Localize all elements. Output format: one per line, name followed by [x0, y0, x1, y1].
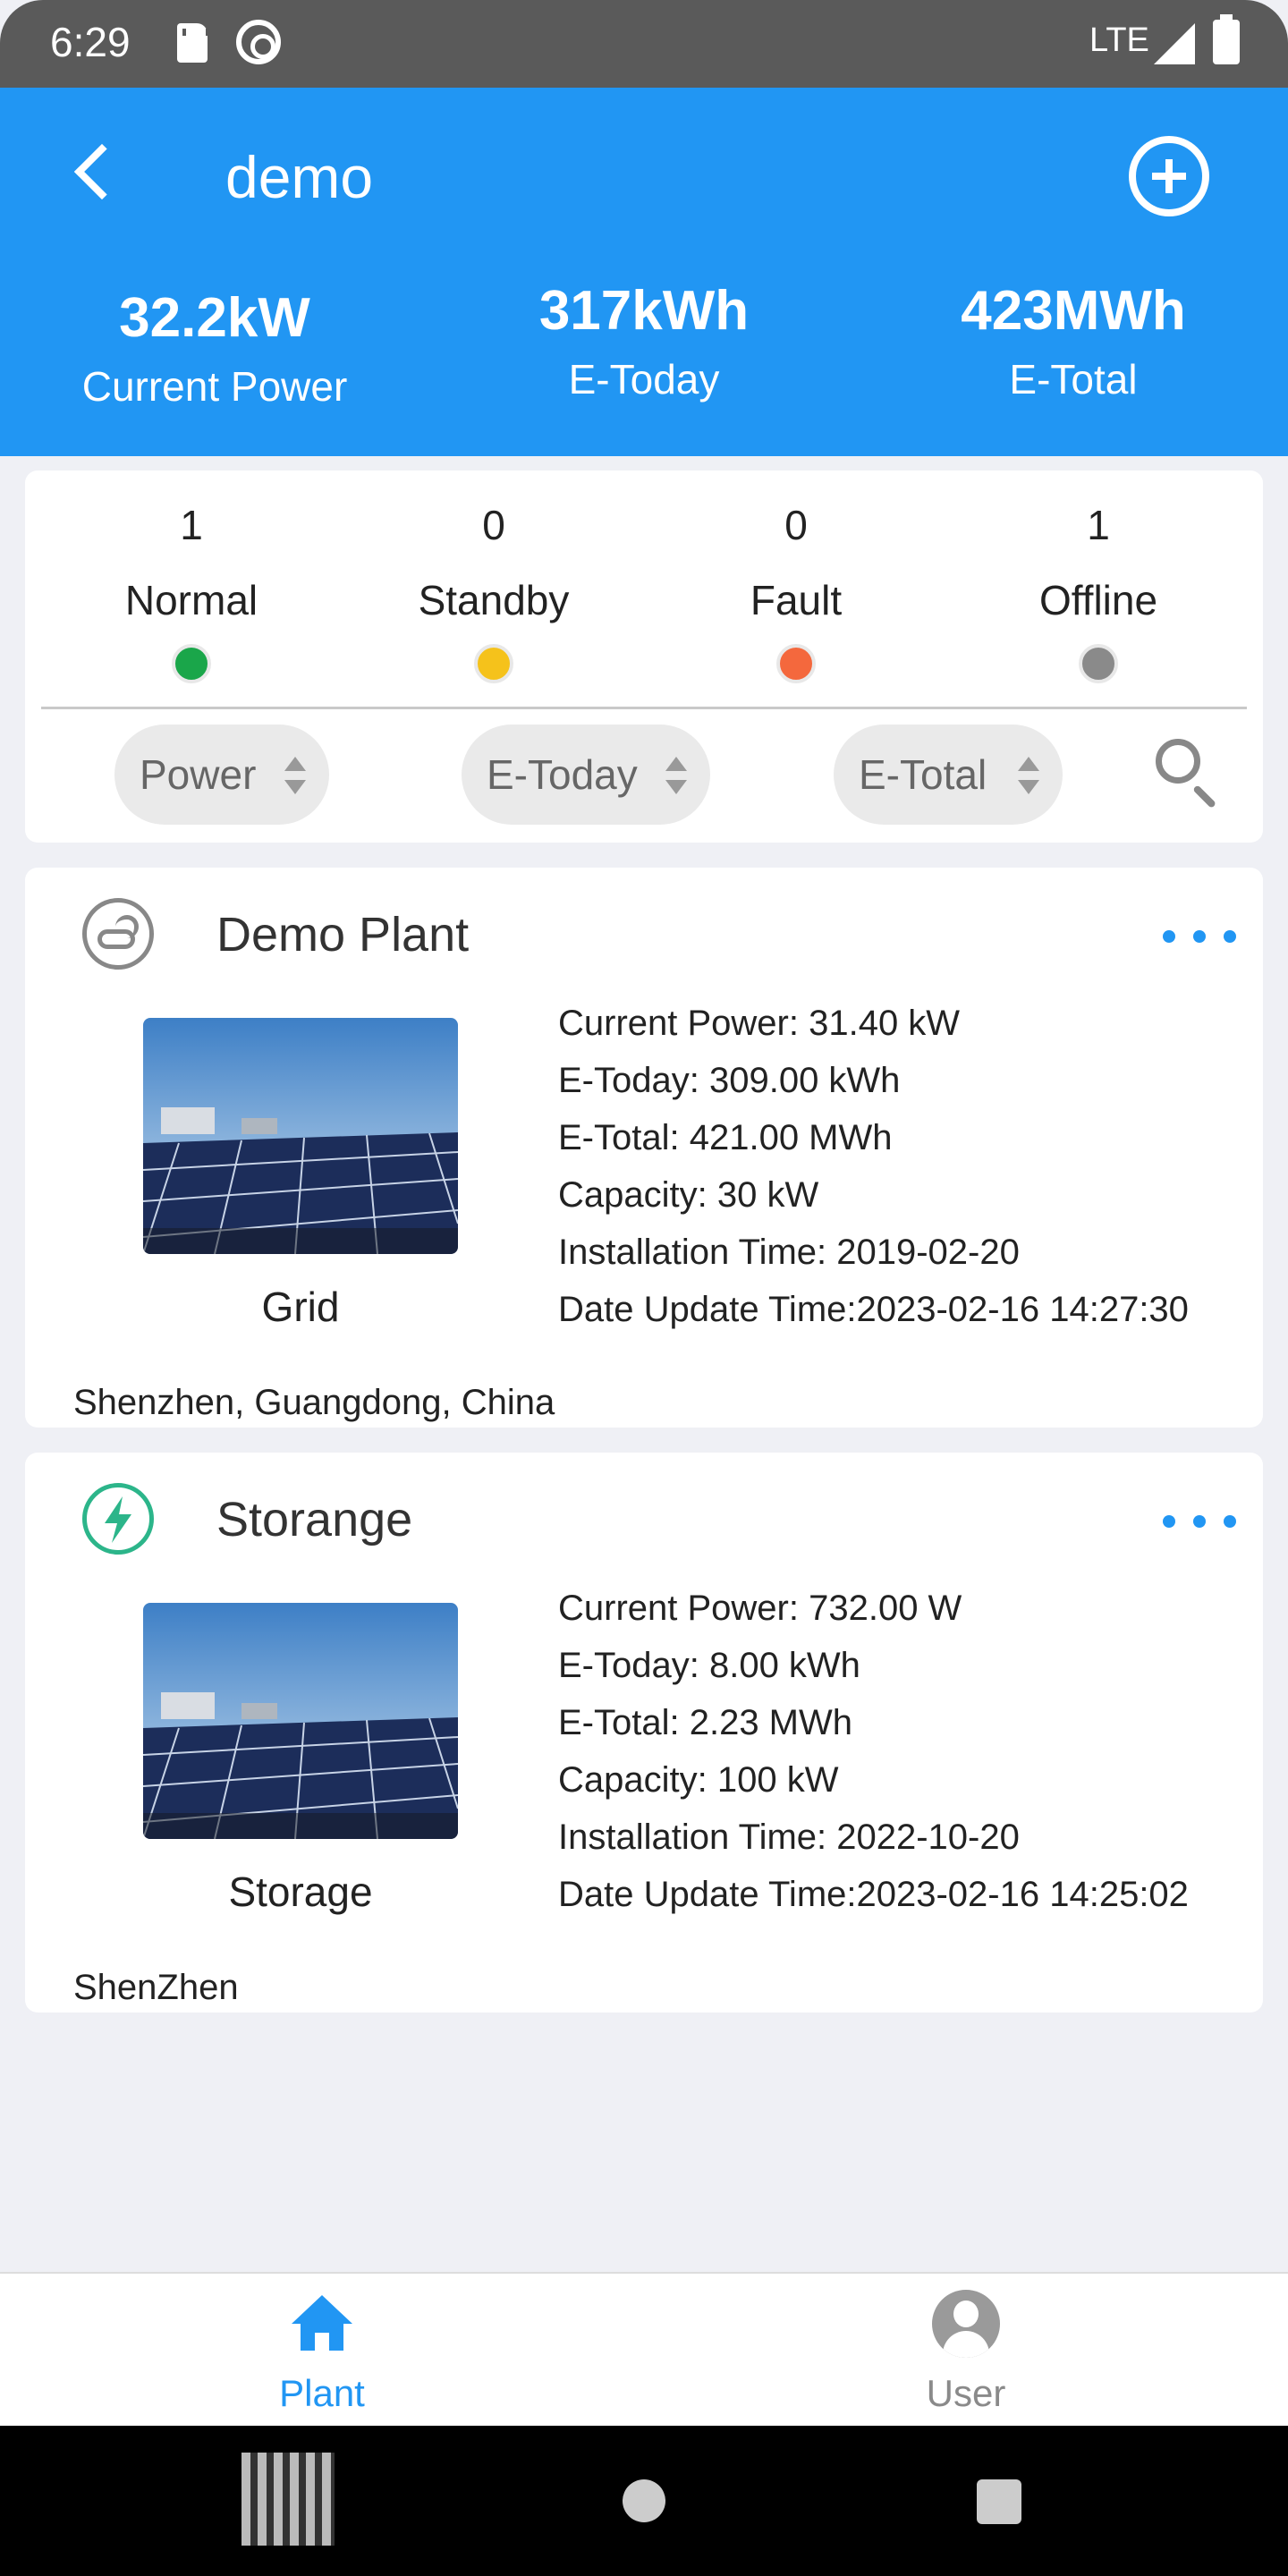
detail-e-today: E-Today: 309.00 kWh [558, 1061, 901, 1100]
summary-e-today: 317kWh E-Today [429, 279, 859, 403]
summary-label: E-Total [1009, 356, 1138, 402]
sort-power-button[interactable]: Power [114, 724, 329, 825]
status-dot [172, 644, 211, 683]
bottom-nav: Plant User [0, 2272, 1288, 2426]
plant-details: Current Power: 732.00 W E-Today: 8.00 kW… [558, 1580, 1189, 1923]
sd-card-icon [177, 23, 209, 63]
nav-plant[interactable]: Plant [0, 2274, 644, 2426]
plant-name: Demo Plant [216, 908, 470, 962]
sort-label: Power [140, 751, 257, 798]
more-options-button[interactable] [1159, 923, 1240, 950]
weather-icon [82, 898, 154, 970]
sort-e-today-button[interactable]: E-Today [462, 724, 710, 825]
status-label: Offline [1038, 577, 1158, 623]
status-count: 0 [482, 502, 505, 548]
qr-code-icon[interactable] [242, 2453, 335, 2546]
nav-label: Plant [279, 2372, 365, 2414]
nav-label: User [926, 2372, 1006, 2414]
system-recents-button[interactable] [977, 2479, 1021, 2524]
status-filter-card: 1 Normal 0 Standby 0 Fault 1 Offline Pow… [25, 470, 1263, 843]
summary-label: Current Power [81, 363, 348, 410]
sort-e-total-button[interactable]: E-Total [834, 724, 1063, 825]
page-title: demo [225, 144, 374, 210]
summary-value: 32.2kW [119, 287, 310, 349]
detail-installation-time: Installation Time: 2022-10-20 [558, 1818, 1020, 1857]
detail-update-time: Date Update Time:2023-02-16 14:25:02 [558, 1875, 1189, 1914]
sort-label: E-Today [487, 751, 638, 798]
detail-current-power: Current Power: 732.00 W [558, 1589, 962, 1628]
divider [41, 707, 1247, 709]
plant-type: Storage [228, 1868, 373, 1915]
network-type: LTE [1089, 21, 1149, 59]
status-normal[interactable]: 1 Normal [93, 501, 290, 683]
user-icon [932, 2290, 1000, 2358]
summary-label: E-Today [568, 356, 720, 402]
status-offline[interactable]: 1 Offline [1000, 501, 1197, 683]
sync-icon [236, 20, 281, 64]
plant-name: Storange [216, 1493, 413, 1546]
status-count: 1 [180, 502, 203, 548]
status-label: Normal [124, 577, 258, 623]
more-options-button[interactable] [1159, 1508, 1240, 1535]
summary-band: 32.2kW Current Power 317kWh E-Today 423M… [0, 263, 1288, 456]
summary-current-power: 32.2kW Current Power [0, 286, 429, 411]
status-count: 1 [1087, 502, 1110, 548]
detail-e-today: E-Today: 8.00 kWh [558, 1646, 860, 1685]
summary-value: 423MWh [961, 280, 1186, 342]
status-dot [1079, 644, 1118, 683]
status-standby[interactable]: 0 Standby [395, 501, 592, 683]
detail-current-power: Current Power: 31.40 kW [558, 1004, 961, 1043]
detail-e-total: E-Total: 421.00 MWh [558, 1118, 893, 1157]
detail-capacity: Capacity: 100 kW [558, 1760, 839, 1800]
sort-arrows-icon [1018, 757, 1039, 801]
status-dot [474, 644, 513, 683]
detail-update-time: Date Update Time:2023-02-16 14:27:30 [558, 1290, 1189, 1329]
plant-photo [143, 1018, 458, 1254]
status-label: Standby [418, 577, 570, 623]
bolt-icon [82, 1483, 154, 1555]
status-count: 0 [784, 502, 808, 548]
chevron-left-icon [73, 143, 131, 200]
detail-e-total: E-Total: 2.23 MWh [558, 1703, 853, 1742]
detail-capacity: Capacity: 30 kW [558, 1175, 819, 1215]
detail-installation-time: Installation Time: 2019-02-20 [558, 1233, 1020, 1272]
search-icon [1156, 739, 1200, 784]
plant-details: Current Power: 31.40 kW E-Today: 309.00 … [558, 995, 1189, 1338]
status-fault[interactable]: 0 Fault [698, 501, 894, 683]
battery-icon [1213, 14, 1240, 64]
status-dot [776, 644, 816, 683]
home-icon [292, 2295, 352, 2351]
search-button[interactable] [1152, 735, 1233, 816]
plant-location: Shenzhen, Guangdong, China [73, 1383, 555, 1422]
plant-card[interactable]: Storange Storage Current Power: 732.00 W… [25, 1453, 1263, 2012]
status-bar: 6:29 LTE [0, 0, 1288, 88]
summary-e-total: 423MWh E-Total [859, 279, 1288, 403]
sort-label: E-Total [859, 751, 987, 798]
system-home-button[interactable] [623, 2479, 665, 2522]
system-nav-bar [0, 2426, 1288, 2576]
summary-value: 317kWh [538, 280, 750, 342]
plant-location: ShenZhen [73, 1968, 239, 2007]
back-button[interactable] [63, 132, 134, 218]
plant-type: Grid [261, 1284, 340, 1330]
add-plant-button[interactable] [1129, 136, 1209, 216]
app-header: demo [0, 88, 1288, 263]
status-time: 6:29 [50, 19, 131, 65]
signal-icon [1154, 23, 1195, 64]
plant-photo [143, 1603, 458, 1839]
plant-card[interactable]: Demo Plant Grid Current Power: 31.40 kW … [25, 868, 1263, 1428]
sort-arrows-icon [284, 757, 306, 801]
sort-arrows-icon [665, 757, 687, 801]
status-label: Fault [750, 577, 843, 623]
